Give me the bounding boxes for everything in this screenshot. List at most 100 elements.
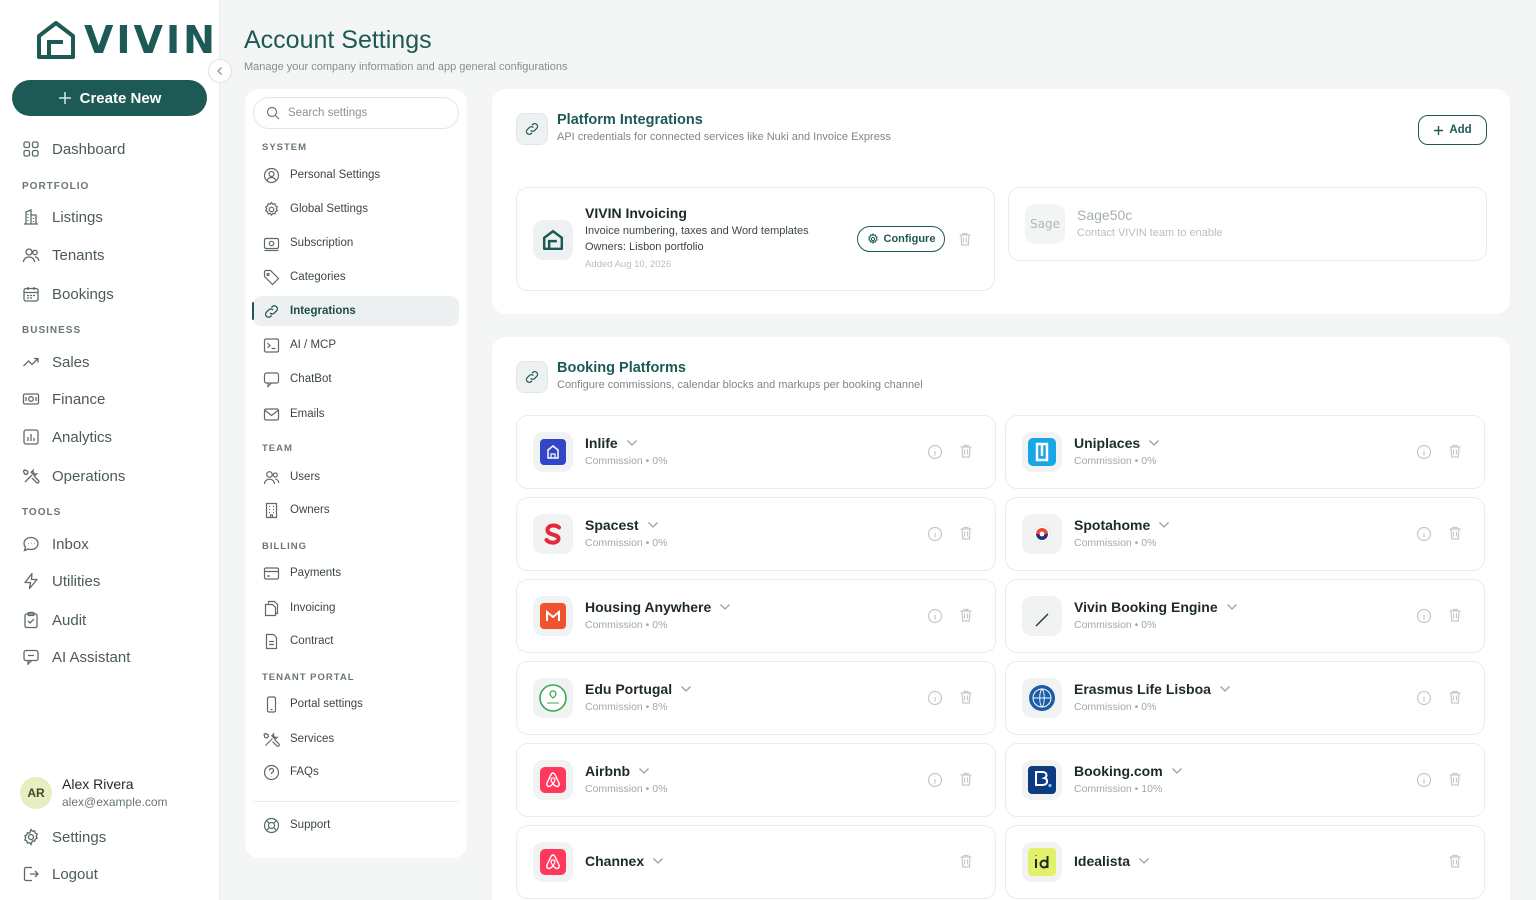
nav-logout[interactable]: Logout (22, 862, 98, 886)
chevron-down-icon[interactable] (1219, 685, 1231, 693)
platform-name: Housing Anywhere (585, 599, 731, 615)
booking-platform-spacest[interactable]: Spacest Commission • 0% (516, 497, 996, 571)
nav-dashboard[interactable]: Dashboard (22, 137, 125, 161)
info-icon[interactable] (927, 444, 943, 460)
booking-platform-erasmus-life-lisboa[interactable]: Erasmus Life Lisboa Commission • 0% (1005, 661, 1485, 735)
settings-item-subscription[interactable]: Subscription (253, 228, 459, 258)
settings-item-integrations[interactable]: Integrations (252, 296, 459, 326)
platform-name: Erasmus Life Lisboa (1074, 681, 1231, 697)
settings-item-portal-settings[interactable]: Portal settings (253, 689, 459, 719)
settings-item-invoicing[interactable]: Invoicing (253, 593, 459, 623)
trash-icon[interactable] (957, 231, 973, 247)
search-icon (266, 106, 280, 120)
platform-name-text: Uniplaces (1074, 435, 1141, 451)
brand-logo[interactable]: VIVIN (36, 20, 218, 60)
info-icon[interactable] (1416, 772, 1432, 788)
nav-operations[interactable]: Operations (22, 464, 125, 488)
settings-item-services[interactable]: Services (253, 724, 459, 754)
platform-name-text: Idealista (1074, 853, 1131, 869)
info-icon[interactable] (1416, 608, 1432, 624)
settings-item-ai-mcp[interactable]: AI / MCP (253, 330, 459, 360)
nav-analytics[interactable]: Analytics (22, 425, 112, 449)
nav-sales[interactable]: Sales (22, 350, 90, 374)
integration-card-vivin-invoicing[interactable]: VIVIN Invoicing Invoice numbering, taxes… (516, 187, 995, 291)
trash-icon[interactable] (958, 689, 974, 705)
trash-icon[interactable] (958, 525, 974, 541)
settings-item-chatbot[interactable]: ChatBot (253, 364, 459, 394)
nav-finance[interactable]: Finance (22, 387, 105, 411)
settings-item-global-settings[interactable]: Global Settings (253, 194, 459, 224)
settings-item-owners[interactable]: Owners (253, 495, 459, 525)
booking-platform-housing-anywhere[interactable]: Housing Anywhere Commission • 0% (516, 579, 996, 653)
chevron-down-icon[interactable] (1138, 857, 1150, 865)
settings-item-categories[interactable]: Categories (253, 262, 459, 292)
nav-audit[interactable]: Audit (22, 608, 86, 632)
chevron-down-icon[interactable] (1226, 603, 1238, 611)
booking-platform-booking-com[interactable]: Booking.com Commission • 10% (1005, 743, 1485, 817)
chevron-down-icon[interactable] (1158, 521, 1170, 529)
booking-platform-channex[interactable]: Channex (516, 825, 996, 899)
settings-item-label: Services (290, 733, 335, 745)
trash-icon[interactable] (958, 771, 974, 787)
trash-icon[interactable] (1447, 689, 1463, 705)
platform-name: Inlife (585, 435, 638, 451)
booking-platform-airbnb[interactable]: Airbnb Commission • 0% (516, 743, 996, 817)
info-icon[interactable] (927, 690, 943, 706)
nav-listings[interactable]: Listings (22, 205, 103, 229)
settings-item-faqs[interactable]: FAQs (253, 757, 459, 787)
chevron-down-icon[interactable] (647, 521, 659, 529)
chevron-down-icon[interactable] (1148, 439, 1160, 447)
trash-icon[interactable] (958, 607, 974, 623)
nav-bookings[interactable]: Bookings (22, 282, 114, 306)
trash-icon[interactable] (958, 443, 974, 459)
info-icon[interactable] (927, 526, 943, 542)
nav-settings[interactable]: Settings (22, 825, 106, 849)
info-icon[interactable] (1416, 444, 1432, 460)
settings-item-support[interactable]: Support (253, 810, 459, 840)
configure-button[interactable]: Configure (857, 226, 945, 252)
user-profile[interactable]: AR Alex Rivera alex@example.com (20, 776, 168, 809)
settings-item-personal-settings[interactable]: Personal Settings (253, 160, 459, 190)
chevron-down-icon[interactable] (652, 857, 664, 865)
trash-icon[interactable] (958, 853, 974, 869)
settings-item-payments[interactable]: Payments (253, 558, 459, 588)
chevron-down-icon[interactable] (680, 685, 692, 693)
booking-platform-idealista[interactable]: Idealista (1005, 825, 1485, 899)
page-subtitle: Manage your company information and app … (244, 61, 568, 73)
booking-platform-uniplaces[interactable]: Uniplaces Commission • 0% (1005, 415, 1485, 489)
nav-tenants[interactable]: Tenants (22, 243, 105, 267)
settings-item-emails[interactable]: Emails (253, 399, 459, 429)
booking-platform-edu-portugal[interactable]: Edu Portugal Commission • 8% (516, 661, 996, 735)
nav-inbox[interactable]: Inbox (22, 532, 89, 556)
tools-icon (263, 731, 280, 747)
settings-search-input[interactable] (288, 107, 438, 119)
integration-name: VIVIN Invoicing (585, 205, 687, 221)
info-icon[interactable] (1416, 526, 1432, 542)
nav-utilities[interactable]: Utilities (22, 569, 100, 593)
credit-card-icon (263, 566, 280, 580)
chevron-down-icon[interactable] (1171, 767, 1183, 775)
info-icon[interactable] (927, 772, 943, 788)
integration-status: Contact VIVIN team to enable (1077, 227, 1223, 239)
chevron-down-icon[interactable] (626, 439, 638, 447)
trash-icon[interactable] (1447, 771, 1463, 787)
info-icon[interactable] (927, 608, 943, 624)
settings-search[interactable] (253, 97, 459, 129)
collapse-sidebar-button[interactable] (208, 59, 232, 83)
booking-platform-vivin-booking-engine[interactable]: Vivin Booking Engine Commission • 0% (1005, 579, 1485, 653)
settings-item-label: Global Settings (290, 203, 368, 215)
trash-icon[interactable] (1447, 853, 1463, 869)
trash-icon[interactable] (1447, 525, 1463, 541)
trash-icon[interactable] (1447, 443, 1463, 459)
settings-item-contract[interactable]: Contract (253, 626, 459, 656)
booking-platform-inlife[interactable]: Inlife Commission • 0% (516, 415, 996, 489)
settings-item-users[interactable]: Users (253, 462, 459, 492)
trash-icon[interactable] (1447, 607, 1463, 623)
chevron-down-icon[interactable] (638, 767, 650, 775)
booking-platform-spotahome[interactable]: Spotahome Commission • 0% (1005, 497, 1485, 571)
create-new-button[interactable]: Create New (12, 80, 207, 116)
nav-ai-assistant[interactable]: AI Assistant (22, 645, 130, 669)
chevron-down-icon[interactable] (719, 603, 731, 611)
add-integration-button[interactable]: Add (1418, 115, 1487, 145)
info-icon[interactable] (1416, 690, 1432, 706)
